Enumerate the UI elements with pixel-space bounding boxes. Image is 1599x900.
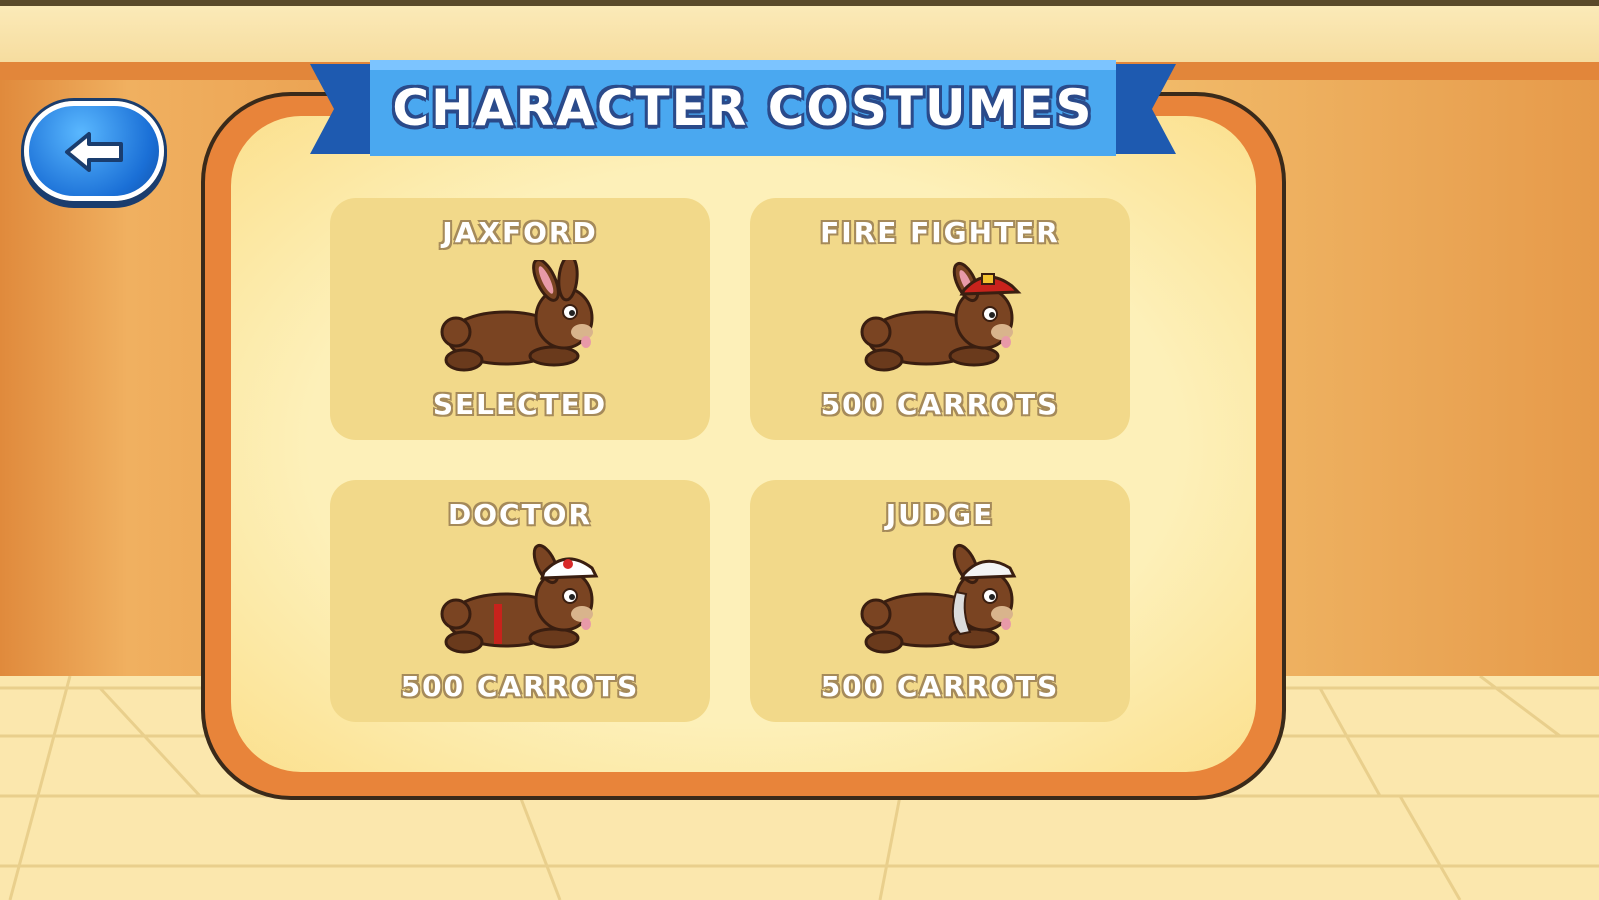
back-button[interactable] [24, 101, 164, 201]
left-arrow-icon [65, 132, 123, 172]
costume-price: 500 CARROTS [400, 670, 640, 703]
costume-name: FIRE FIGHTER [820, 216, 1060, 249]
fire-fighter-bunny-icon [860, 261, 1022, 372]
costume-card-fire-fighter[interactable]: FIRE FIGHTER 500 CARROTS [750, 198, 1130, 440]
title-banner: CHARACTER COSTUMES [310, 60, 1176, 156]
costume-card-jaxford[interactable]: JAXFORD SELECTED [330, 198, 710, 440]
costume-card-judge[interactable]: JUDGE 500 CARROTS [750, 480, 1130, 722]
costume-price: 500 CARROTS [820, 388, 1060, 421]
costume-price: 500 CARROTS [820, 670, 1060, 703]
judge-bunny-icon [860, 543, 1017, 654]
costume-status: SELECTED [432, 388, 608, 421]
wall-top-ledge [0, 6, 1599, 64]
doctor-bunny-icon [440, 543, 599, 654]
page-title: CHARACTER COSTUMES [392, 79, 1094, 137]
costume-name: JAXFORD [442, 216, 598, 249]
costume-card-doctor[interactable]: DOCTOR 500 CARROTS [330, 480, 710, 722]
bunny-character-icon [440, 260, 594, 372]
costume-name: JUDGE [885, 498, 995, 531]
costume-name: DOCTOR [447, 498, 593, 531]
